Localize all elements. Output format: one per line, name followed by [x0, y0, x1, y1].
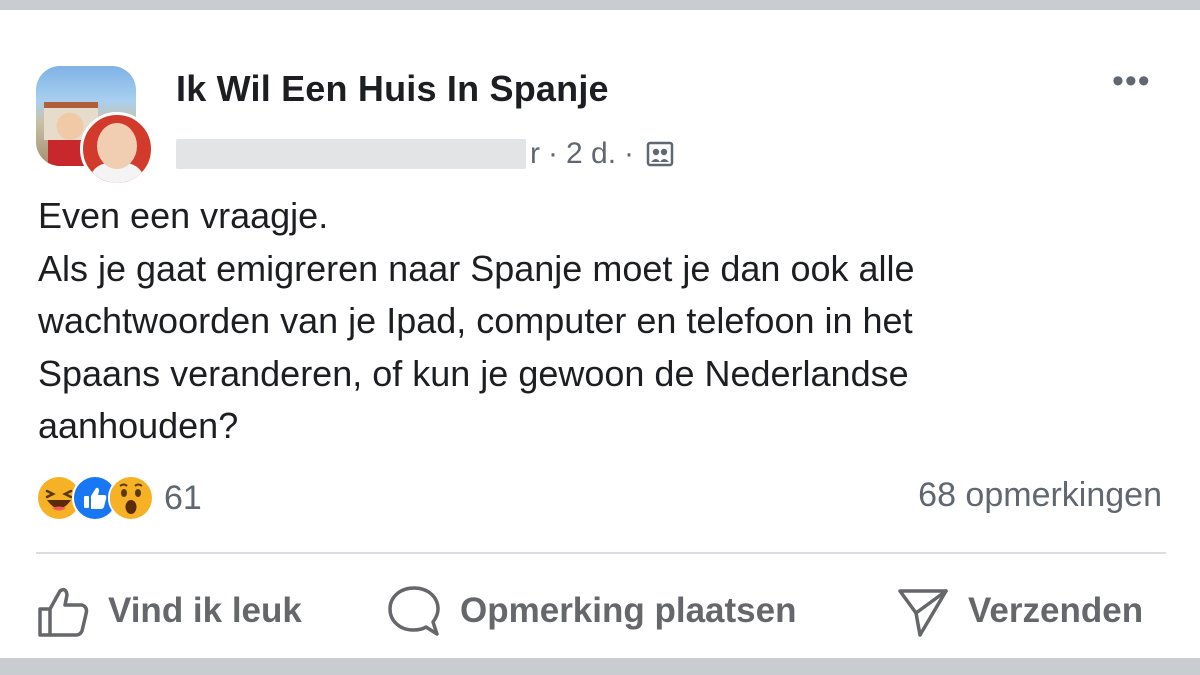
- post-avatars[interactable]: [36, 66, 154, 186]
- group-members-icon: [646, 141, 674, 167]
- author-avatar-face: [97, 123, 137, 169]
- send-button[interactable]: Verzenden: [896, 576, 1143, 646]
- wow-icon: [108, 475, 154, 521]
- reaction-summary[interactable]: 61: [36, 474, 202, 522]
- post-text-line: Als je gaat emigreren naar Spanje moet j…: [38, 247, 915, 289]
- group-name-link[interactable]: Ik Wil Een Huis In Spanje: [176, 68, 609, 110]
- meta-separator: ·: [548, 137, 558, 170]
- redacted-author-name[interactable]: [176, 139, 526, 169]
- comment-button[interactable]: Opmerking plaatsen: [386, 576, 796, 646]
- comment-bubble-icon: [388, 586, 440, 636]
- post-timestamp[interactable]: 2 d.: [566, 137, 616, 171]
- like-label: Vind ik leuk: [108, 591, 302, 630]
- post-text: Even een vraagje. Als je gaat emigreren …: [38, 190, 1168, 453]
- send-arrow-icon: [898, 589, 948, 637]
- thumbs-up-icon: [38, 587, 89, 637]
- meta-separator: ·: [624, 137, 635, 170]
- more-options-button[interactable]: •••: [1112, 64, 1162, 98]
- post-text-line: Even een vraagje.: [38, 195, 329, 236]
- action-divider: [36, 552, 1166, 554]
- comment-label: Opmerking plaatsen: [460, 591, 797, 630]
- post-actions: Vind ik leuk Opmerking plaatsen Verzende…: [0, 576, 1200, 646]
- author-avatar[interactable]: [80, 112, 154, 186]
- post-text-line: aanhouden?: [38, 405, 239, 446]
- comments-count-link[interactable]: 68 opmerkingen: [918, 476, 1162, 515]
- post-card: Ik Wil Een Huis In Spanje ••• r · 2 d. ·…: [0, 10, 1200, 658]
- post-text-line: wachtwoorden van je Ipad, computer en te…: [38, 300, 913, 341]
- like-button[interactable]: Vind ik leuk: [36, 576, 302, 646]
- reaction-count[interactable]: 61: [164, 479, 202, 518]
- post-text-line: Spaans veranderen, of kun je gewoon de N…: [38, 352, 909, 394]
- author-name-tail[interactable]: r: [530, 137, 540, 171]
- send-label: Verzenden: [968, 591, 1144, 630]
- post-meta: r · 2 d. ·: [176, 134, 674, 174]
